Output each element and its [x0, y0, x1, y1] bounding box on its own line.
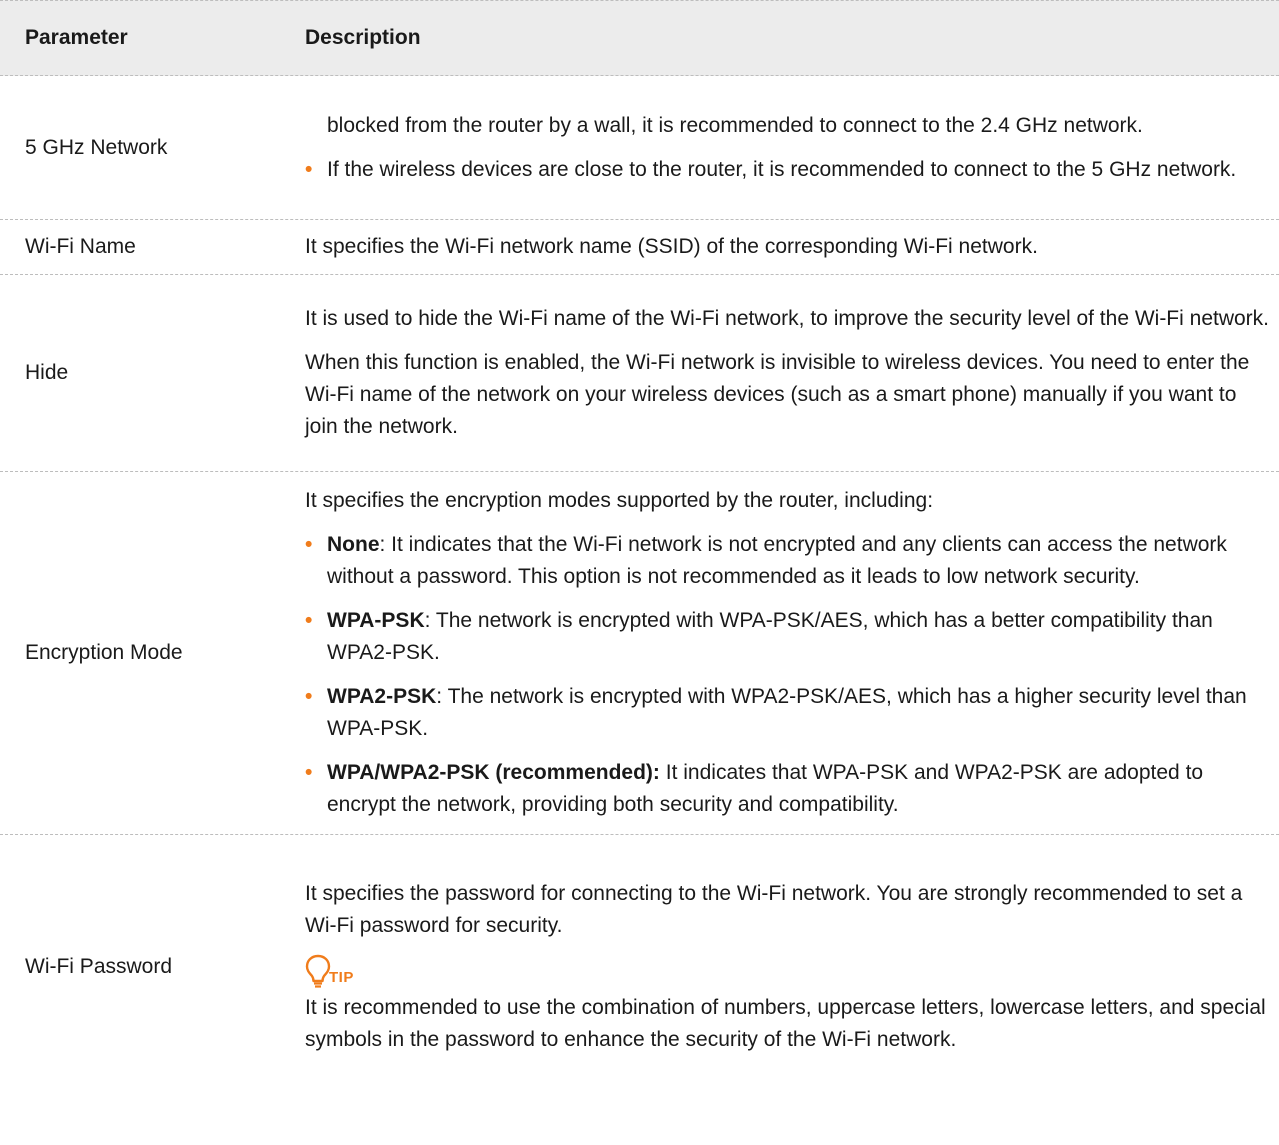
- list-item: • WPA-PSK: The network is encrypted with…: [305, 605, 1271, 669]
- desc-wifi-name: It specifies the Wi-Fi network name (SSI…: [305, 235, 1038, 258]
- tip-note: TIP: [305, 950, 1271, 988]
- desc-hide: It is used to hide the Wi-Fi name of the…: [305, 303, 1279, 443]
- table-row-wifi-name: Wi-Fi Name It specifies the Wi-Fi networ…: [0, 220, 1279, 275]
- param-wifi-password: Wi-Fi Password: [25, 955, 173, 978]
- desc-hide-para-1: It is used to hide the Wi-Fi name of the…: [305, 307, 1270, 330]
- table-row-encryption-mode: Encryption Mode It specifies the encrypt…: [0, 472, 1279, 835]
- tip-text: It is recommended to use the combination…: [305, 996, 1266, 1051]
- list-item: • WPA2-PSK: The network is encrypted wit…: [305, 681, 1271, 745]
- bullet-dot-icon: •: [305, 157, 313, 181]
- bullet-dot-icon: •: [305, 533, 313, 556]
- desc-hide-para-2: When this function is enabled, the Wi-Fi…: [305, 351, 1250, 438]
- bullet-dot-icon: •: [305, 761, 313, 784]
- param-encryption-mode: Encryption Mode: [25, 641, 183, 664]
- desc-encryption-intro: It specifies the encryption modes suppor…: [305, 489, 934, 512]
- bullet-dot-icon: •: [305, 609, 313, 632]
- param-hide: Hide: [25, 361, 69, 384]
- desc-wifi-password-intro: It specifies the password for connecting…: [305, 882, 1243, 937]
- param-5ghz: 5 GHz Network: [25, 135, 168, 159]
- table-row-wifi-password: Wi-Fi Password It specifies the password…: [0, 835, 1279, 1099]
- list-item: • WPA/WPA2-PSK (recommended): It indicat…: [305, 757, 1271, 821]
- header-parameter: Parameter: [25, 26, 128, 49]
- desc-wifi-password: It specifies the password for connecting…: [305, 878, 1279, 1056]
- table-header: Parameter Description: [0, 0, 1279, 76]
- tip-label: TIP: [329, 969, 354, 986]
- parameter-table: Parameter Description 5 GHz Network bloc…: [0, 0, 1279, 1099]
- bullet-dot-icon: •: [305, 685, 313, 708]
- table-row-hide: Hide It is used to hide the Wi-Fi name o…: [0, 275, 1279, 472]
- desc-5ghz-continued: blocked from the router by a wall, it is…: [327, 113, 1143, 137]
- desc-encryption-mode: It specifies the encryption modes suppor…: [305, 485, 1279, 821]
- list-item: • If the wireless devices are close to t…: [305, 154, 1271, 186]
- lightbulb-icon: [305, 954, 331, 988]
- table-row-5ghz: 5 GHz Network blocked from the router by…: [0, 76, 1279, 220]
- header-description: Description: [305, 26, 421, 49]
- desc-5ghz: blocked from the router by a wall, it is…: [305, 110, 1279, 186]
- list-item: • None: It indicates that the Wi-Fi netw…: [305, 529, 1271, 593]
- param-wifi-name: Wi-Fi Name: [25, 235, 136, 258]
